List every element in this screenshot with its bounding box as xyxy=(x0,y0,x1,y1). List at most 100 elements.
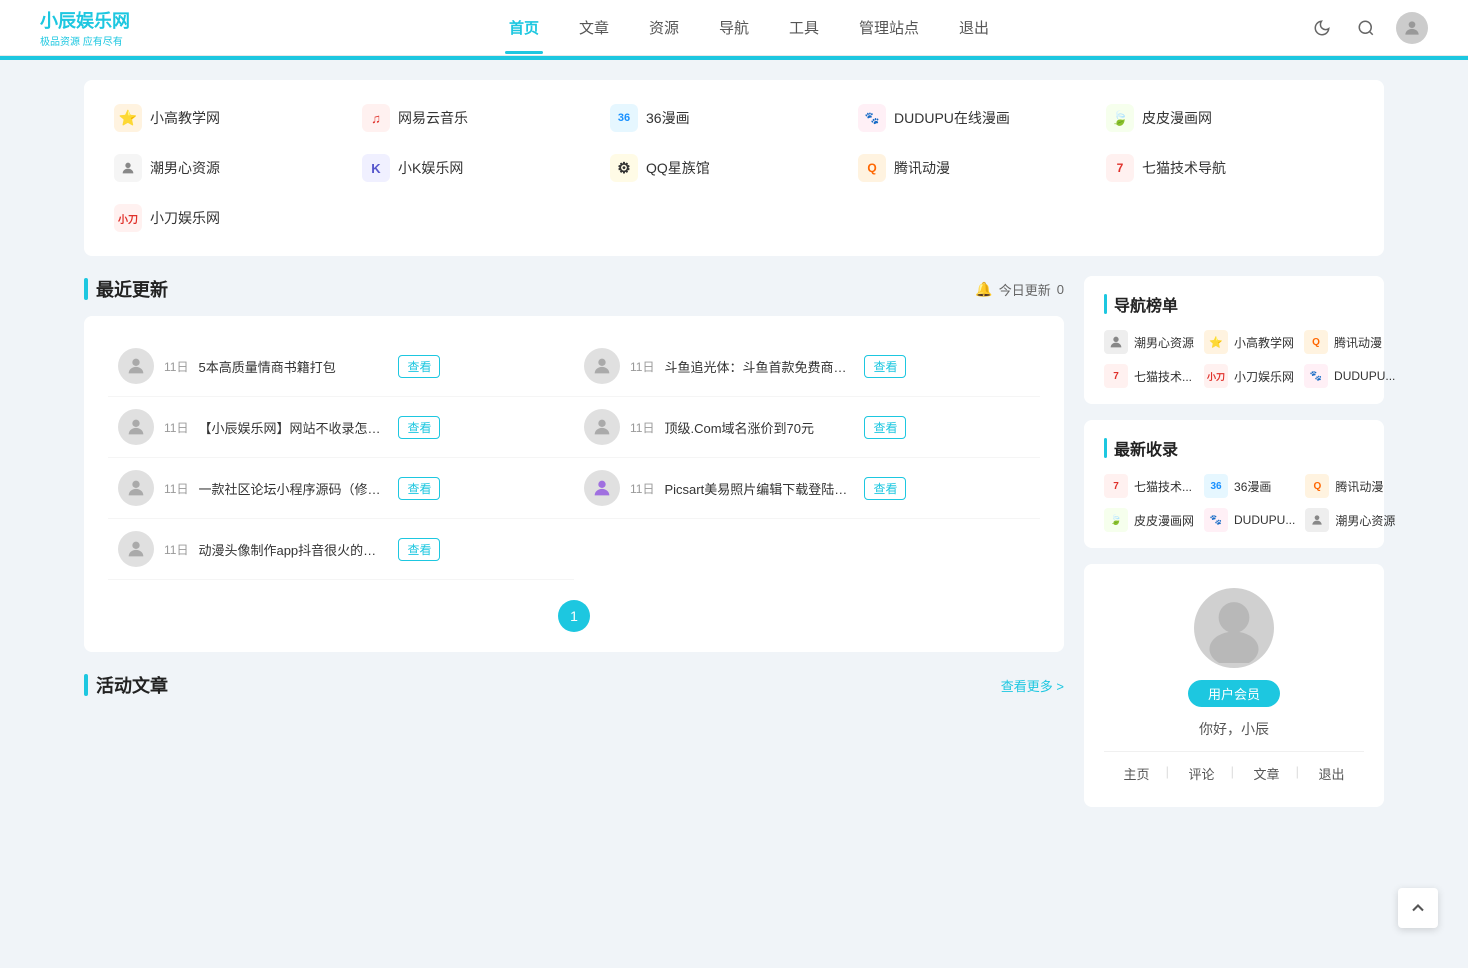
bell-icon: 🔔 xyxy=(975,281,992,298)
collection-label-1: 36漫画 xyxy=(1234,478,1271,495)
36manga-icon: 36 xyxy=(610,104,638,132)
nav-rank-item-4[interactable]: 小刀 小刀娱乐网 xyxy=(1204,364,1294,388)
post-title-6: 动漫头像制作app抖音很火的漫画头像... xyxy=(198,540,388,559)
user-avatar-small[interactable] xyxy=(1396,12,1428,44)
nav-rank-icon-0 xyxy=(1104,330,1128,354)
post-view-btn-3[interactable]: 查看 xyxy=(864,416,906,439)
collection-label-2: 腾讯动漫 xyxy=(1335,478,1383,495)
scroll-top-btn[interactable] xyxy=(1398,888,1438,928)
post-title-1: 斗鱼追光体：斗鱼首款免费商用字体蒸... xyxy=(664,357,854,376)
quick-link-dudupu[interactable]: 🐾 DUDUPU在线漫画 xyxy=(858,100,1106,136)
search-icon[interactable] xyxy=(1352,14,1380,42)
collection-item-3[interactable]: 🍃 皮皮漫画网 xyxy=(1104,508,1194,532)
post-view-btn-0[interactable]: 查看 xyxy=(398,355,440,378)
quick-link-xiaok[interactable]: K 小K娱乐网 xyxy=(362,150,610,186)
xiaodao-label: 小刀娱乐网 xyxy=(150,208,220,228)
quick-link-wangyiyun[interactable]: ♫ 网易云音乐 xyxy=(362,100,610,136)
collection-item-1[interactable]: 36 36漫画 xyxy=(1204,474,1295,498)
quick-link-qqxing[interactable]: ⚙ QQ星族馆 xyxy=(610,150,858,186)
nav-item-logout[interactable]: 退出 xyxy=(955,1,993,54)
user-actions: 主页 评论 文章 退出 xyxy=(1104,751,1364,783)
xiaok-label: 小K娱乐网 xyxy=(398,158,463,178)
user-action-home[interactable]: 主页 xyxy=(1104,764,1169,783)
post-avatar-2 xyxy=(118,409,154,445)
post-avatar-5 xyxy=(584,470,620,506)
nav-ranking-card: 导航榜单 潮男心资源 ⭐ 小高教学网 Q 腾讯动漫 xyxy=(1084,276,1384,404)
theme-toggle-icon[interactable] xyxy=(1308,14,1336,42)
post-avatar-0 xyxy=(118,348,154,384)
nav-rank-item-2[interactable]: Q 腾讯动漫 xyxy=(1304,330,1395,354)
chaonanzixin-label: 潮男心资源 xyxy=(150,158,220,178)
nav-item-articles[interactable]: 文章 xyxy=(575,1,613,54)
quick-link-xiaogao[interactable]: ⭐ 小高教学网 xyxy=(114,100,362,136)
nav-rank-item-0[interactable]: 潮男心资源 xyxy=(1104,330,1194,354)
quick-link-xiaodao[interactable]: 小刀 小刀娱乐网 xyxy=(114,200,362,236)
user-action-comments[interactable]: 评论 xyxy=(1169,764,1234,783)
posts-grid: 11日 5本高质量情商书籍打包 查看 11日 斗鱼追光体：斗鱼首款免费商用字体蒸… xyxy=(108,336,1040,580)
today-update-meta: 🔔 今日更新 0 xyxy=(975,280,1064,299)
post-item-4[interactable]: 11日 一款社区论坛小程序源码（修复登录图... 查看 xyxy=(108,458,574,519)
post-item-0[interactable]: 11日 5本高质量情商书籍打包 查看 xyxy=(108,336,574,397)
nav-rank-label-4: 小刀娱乐网 xyxy=(1234,368,1294,385)
header-right xyxy=(1308,12,1428,44)
post-view-btn-5[interactable]: 查看 xyxy=(864,477,906,500)
active-articles-header: 活动文章 查看更多 > xyxy=(84,672,1064,698)
user-action-articles[interactable]: 文章 xyxy=(1234,764,1299,783)
nav-rank-icon-4: 小刀 xyxy=(1204,364,1228,388)
post-view-btn-2[interactable]: 查看 xyxy=(398,416,440,439)
nav-rank-label-2: 腾讯动漫 xyxy=(1334,334,1382,351)
right-panel: 导航榜单 潮男心资源 ⭐ 小高教学网 Q 腾讯动漫 xyxy=(1084,276,1384,807)
latest-collection-card: 最新收录 7 七猫技术... 36 36漫画 Q 腾讯动漫 xyxy=(1084,420,1384,548)
nav-rank-item-1[interactable]: ⭐ 小高教学网 xyxy=(1204,330,1294,354)
post-title-3: 顶级.Com域名涨价到70元 xyxy=(664,418,854,437)
post-item-2[interactable]: 11日 【小辰娱乐网】网站不收录怎么办，这... 查看 xyxy=(108,397,574,458)
nav-rank-item-5[interactable]: 🐾 DUDUPU... xyxy=(1304,364,1395,388)
see-more-btn[interactable]: 查看更多 > xyxy=(1001,676,1064,695)
nav-ranking-title: 导航榜单 xyxy=(1104,292,1364,316)
post-item-6[interactable]: 11日 动漫头像制作app抖音很火的漫画头像... 查看 xyxy=(108,519,574,580)
collection-item-2[interactable]: Q 腾讯动漫 xyxy=(1305,474,1395,498)
nav-item-home[interactable]: 首页 xyxy=(505,1,543,54)
site-subtitle: 极品资源 应有尽有 xyxy=(40,33,130,48)
nav-item-navigation[interactable]: 导航 xyxy=(715,1,753,54)
post-view-btn-1[interactable]: 查看 xyxy=(864,355,906,378)
user-action-logout[interactable]: 退出 xyxy=(1299,764,1364,783)
quick-link-pipi[interactable]: 🍃 皮皮漫画网 xyxy=(1106,100,1354,136)
nav-item-tools[interactable]: 工具 xyxy=(785,1,823,54)
collection-item-5[interactable]: 潮男心资源 xyxy=(1305,508,1395,532)
collection-item-4[interactable]: 🐾 DUDUPU... xyxy=(1204,508,1295,532)
collection-label-5: 潮男心资源 xyxy=(1335,512,1395,529)
collection-item-0[interactable]: 7 七猫技术... xyxy=(1104,474,1194,498)
latest-collection-grid: 7 七猫技术... 36 36漫画 Q 腾讯动漫 🍃 皮皮漫画网 xyxy=(1104,474,1364,532)
logo-area[interactable]: 小辰娱乐网 极品资源 应有尽有 xyxy=(40,7,130,48)
post-item-3[interactable]: 11日 顶级.Com域名涨价到70元 查看 xyxy=(574,397,1040,458)
nav-item-resources[interactable]: 资源 xyxy=(645,1,683,54)
tengxun-icon: Q xyxy=(858,154,886,182)
latest-collection-title: 最新收录 xyxy=(1104,436,1364,460)
quick-links-section: ⭐ 小高教学网 ♫ 网易云音乐 36 36漫画 🐾 DUDUPU在线漫画 🍃 皮… xyxy=(84,80,1384,256)
post-title-5: Picsart美易照片编辑下载登陆就是永久... xyxy=(664,479,854,498)
nav-rank-icon-2: Q xyxy=(1304,330,1328,354)
qqxing-label: QQ星族馆 xyxy=(646,158,710,178)
qimao-label: 七猫技术导航 xyxy=(1142,158,1226,178)
nav-item-manage[interactable]: 管理站点 xyxy=(855,1,923,54)
user-member-badge[interactable]: 用户会员 xyxy=(1188,680,1280,707)
nav-rank-icon-5: 🐾 xyxy=(1304,364,1328,388)
main-wrapper: ⭐ 小高教学网 ♫ 网易云音乐 36 36漫画 🐾 DUDUPU在线漫画 🍃 皮… xyxy=(64,80,1404,807)
page-1-btn[interactable]: 1 xyxy=(558,600,590,632)
collection-icon-5 xyxy=(1305,508,1329,532)
dudupu-icon: 🐾 xyxy=(858,104,886,132)
xiaok-icon: K xyxy=(362,154,390,182)
post-view-btn-4[interactable]: 查看 xyxy=(398,477,440,500)
quick-link-tengxun[interactable]: Q 腾讯动漫 xyxy=(858,150,1106,186)
nav-rank-item-3[interactable]: 7 七猫技术... xyxy=(1104,364,1194,388)
post-item-1[interactable]: 11日 斗鱼追光体：斗鱼首款免费商用字体蒸... 查看 xyxy=(574,336,1040,397)
quick-link-chaonanzixin[interactable]: 潮男心资源 xyxy=(114,150,362,186)
post-view-btn-6[interactable]: 查看 xyxy=(398,538,440,561)
quick-link-36manga[interactable]: 36 36漫画 xyxy=(610,100,858,136)
post-date-6: 11日 xyxy=(164,541,188,558)
recent-updates-title: 最近更新 xyxy=(84,276,168,302)
collection-icon-1: 36 xyxy=(1204,474,1228,498)
post-item-5[interactable]: 11日 Picsart美易照片编辑下载登陆就是永久... 查看 xyxy=(574,458,1040,519)
quick-link-qimao[interactable]: 7 七猫技术导航 xyxy=(1106,150,1354,186)
